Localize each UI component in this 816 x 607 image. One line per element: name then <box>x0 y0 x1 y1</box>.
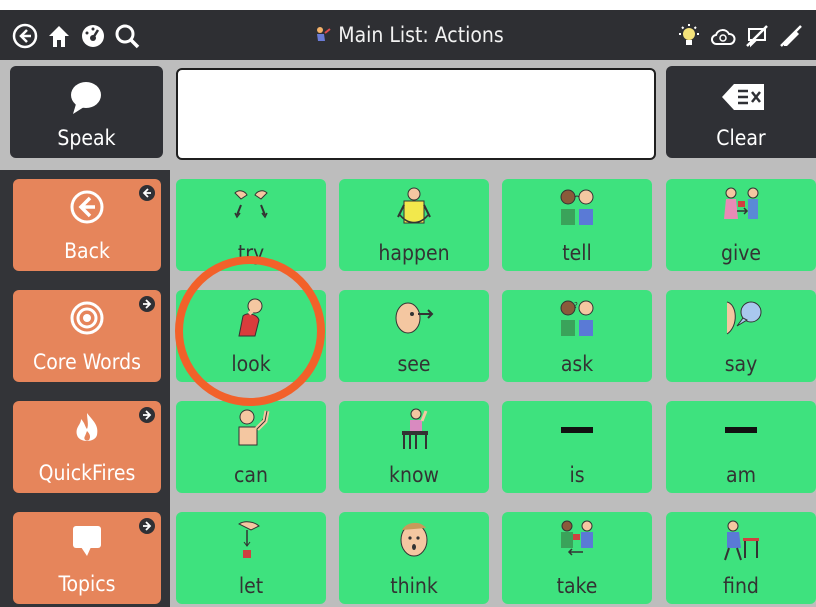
word-label: ask <box>560 352 594 376</box>
take-icon <box>561 520 593 556</box>
word-tile-say[interactable]: say <box>666 290 816 382</box>
sidebar-item-label: Core Words <box>33 350 141 374</box>
sidebar-item-label: Topics <box>58 572 116 596</box>
word-tile-tell[interactable]: tell <box>502 179 652 271</box>
word-label: see <box>397 352 431 376</box>
sidebar-item-quickfires[interactable]: QuickFires <box>13 401 161 493</box>
speech-bubble-icon <box>73 526 101 556</box>
main-area: Speak Clear Back Core Words QuickFires T… <box>0 60 816 607</box>
word-label: is <box>569 463 585 487</box>
word-label: know <box>389 463 439 487</box>
back-arrow-icon <box>70 190 104 224</box>
fire-icon <box>76 413 98 441</box>
word-label: think <box>390 574 438 598</box>
know-icon <box>402 408 428 449</box>
sidebar-item-topics[interactable]: Topics <box>13 512 161 604</box>
toolbar-right-icons <box>676 23 804 49</box>
word-tile-let[interactable]: let <box>176 512 326 604</box>
tell-icon <box>560 189 594 225</box>
top-toolbar: Main List: Actions <box>0 10 816 60</box>
let-icon <box>238 521 260 558</box>
word-tile-know[interactable]: know <box>339 401 489 493</box>
back-badge-icon <box>139 185 155 201</box>
sidebar-item-label: Back <box>64 239 110 263</box>
speech-bubble-icon <box>71 82 101 114</box>
word-tile-am[interactable]: am <box>666 401 816 493</box>
try-icon <box>234 190 268 219</box>
svg-text:?: ? <box>574 301 578 310</box>
think-icon <box>400 522 428 557</box>
word-label: say <box>724 352 758 376</box>
word-tile-ask[interactable]: ? ask <box>502 290 652 382</box>
sidebar-item-core-words[interactable]: Core Words <box>13 290 161 382</box>
word-label: take <box>556 574 598 598</box>
forward-badge-icon <box>139 518 155 534</box>
speak-button[interactable]: Speak <box>10 66 163 158</box>
cloud-sync-icon[interactable] <box>710 23 736 49</box>
word-tile-take[interactable]: take <box>502 512 652 604</box>
word-tile-see[interactable]: see <box>339 290 489 382</box>
word-tile-is[interactable]: is <box>502 401 652 493</box>
page-title-text: Main List: Actions <box>338 23 504 47</box>
sidebar-item-label: QuickFires <box>38 461 136 485</box>
see-icon <box>395 302 434 334</box>
dash-icon <box>725 427 757 433</box>
word-label: let <box>238 574 264 598</box>
target-icon <box>70 301 104 335</box>
word-label: tell <box>562 241 592 265</box>
word-label: give <box>720 241 762 265</box>
say-icon <box>726 301 762 335</box>
clear-button[interactable]: Clear <box>666 66 816 158</box>
ask-icon: ? <box>560 300 594 336</box>
edit-off-icon[interactable] <box>778 23 804 49</box>
word-tile-can[interactable]: can <box>176 401 326 493</box>
forward-badge-icon <box>139 407 155 423</box>
lightbulb-icon[interactable] <box>676 23 702 49</box>
word-label: find <box>723 574 759 598</box>
highlight-circle <box>175 256 325 406</box>
happen-icon <box>397 187 431 224</box>
word-label: am <box>726 463 756 487</box>
clear-label: Clear <box>716 126 766 150</box>
message-input[interactable] <box>176 68 656 160</box>
forward-badge-icon <box>139 296 155 312</box>
find-icon <box>724 520 759 561</box>
dash-icon <box>561 427 593 433</box>
speech-off-icon[interactable] <box>744 23 770 49</box>
word-label: can <box>234 463 268 487</box>
word-label: happen <box>378 241 450 265</box>
word-tile-happen[interactable]: happen <box>339 179 489 271</box>
sidebar-item-back[interactable]: Back <box>13 179 161 271</box>
backspace-icon <box>722 84 764 110</box>
speak-label: Speak <box>57 126 116 150</box>
give-icon <box>724 187 759 219</box>
actions-list-icon <box>317 27 331 41</box>
word-tile-find[interactable]: find <box>666 512 816 604</box>
can-icon <box>238 409 270 446</box>
word-tile-give[interactable]: give <box>666 179 816 271</box>
word-tile-think[interactable]: think <box>339 512 489 604</box>
